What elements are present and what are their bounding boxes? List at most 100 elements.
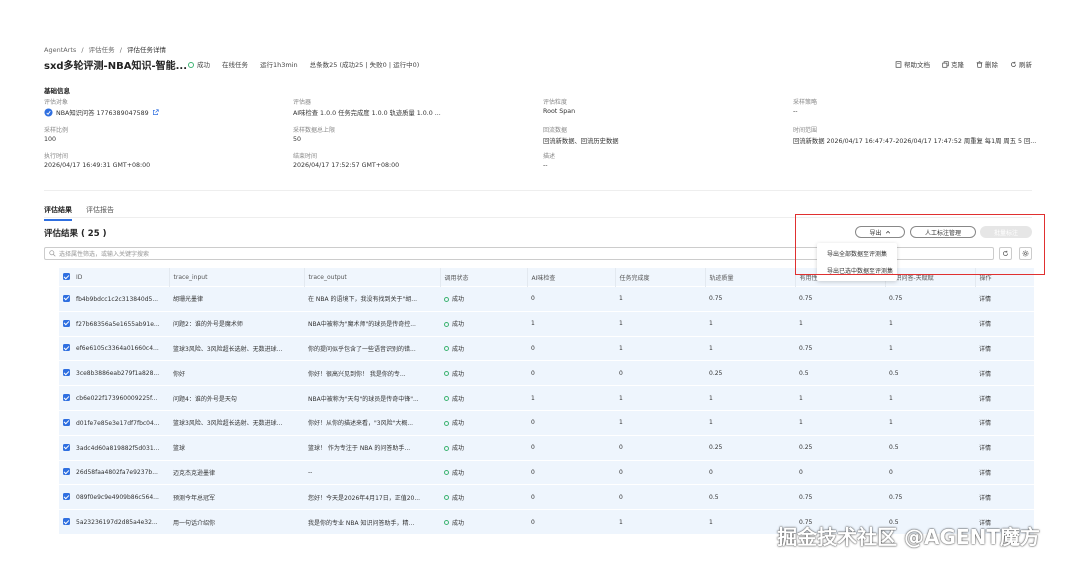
cell-ai-check: 0 <box>527 484 615 510</box>
cell-id: d01fe7e85e3e17df7fbc04... <box>59 409 169 436</box>
tab-eval-report[interactable]: 评估报告 <box>86 205 114 221</box>
table-row[interactable]: ef6e6105c3364a01660c4... 篮球3风险、3风险超长选射、无数… <box>59 335 1034 361</box>
info-label-backflow: 回流数据 <box>543 127 568 134</box>
table-row[interactable]: cb6e022f173960009225f... 问题4：谁的外号是天勾 NBA中被… <box>59 385 1034 411</box>
info-value-exec-time: 2026/04/17 16:49:31 GMT+08:00 <box>44 162 151 169</box>
success-icon <box>444 321 449 327</box>
cell-trace-output: NBA中被称为"天勾"的球员是传奇中锋"... <box>304 385 440 411</box>
cell-trace-output: 你好！从你的描述来看，"3风险"大概... <box>304 409 440 436</box>
tab-bar: 评估结果 评估报告 <box>44 205 114 221</box>
detail-link[interactable]: 详情 <box>975 409 1034 436</box>
header-ai-check: AI味检查 <box>527 268 616 287</box>
cell-trajectory-quality: 0.75 <box>705 286 795 312</box>
cell-ai-check: 0 <box>527 509 615 534</box>
cell-trace-output: 我是你的专业 NBA 知识问答助手，精... <box>304 509 440 534</box>
cell-trace-input: 迈克杰克逊墨律 <box>169 459 304 485</box>
detail-link[interactable]: 详情 <box>975 385 1034 411</box>
cell-trace-input: 篮球3风险、3风险超长选射、无数进球... <box>169 335 304 361</box>
detail-link[interactable]: 详情 <box>975 360 1034 386</box>
cell-trace-input: 问题4：谁的外号是天勾 <box>169 385 304 411</box>
delete-button[interactable]: 删除 <box>976 59 998 69</box>
cell-trace-output: 您好！今天是2026年4月17日，正值20... <box>304 484 440 510</box>
detail-link[interactable]: 详情 <box>975 434 1034 461</box>
row-checkbox[interactable] <box>63 394 70 402</box>
info-value-granularity: Root Span <box>543 108 576 115</box>
row-checkbox[interactable] <box>63 468 70 476</box>
cell-task-completion: 1 <box>615 335 705 361</box>
table-row[interactable]: 26d58faa4802fa7e9237b... 迈克杰克逊墨律 -- 成功 0 0 0 0 0… <box>59 459 1034 485</box>
cell-id: 5a23236197d2d85a4e32... <box>59 509 169 534</box>
row-checkbox[interactable] <box>63 518 70 526</box>
detail-link[interactable]: 详情 <box>975 484 1034 510</box>
info-label-sample-limit: 采样数据总上限 <box>293 127 336 134</box>
row-checkbox[interactable] <box>63 443 70 451</box>
success-icon <box>444 420 449 426</box>
table-row[interactable]: 089f0e9c9e4909b86c564... 预测今年总冠军 您好！今天是202… <box>59 484 1034 510</box>
cell-call-status: 成功 <box>440 484 527 510</box>
breadcrumb: AgentArts / 评估任务 / 评估任务详情 <box>44 44 169 54</box>
run-time: 运行1h3min <box>260 61 298 69</box>
table-row[interactable]: d01fe7e85e3e17df7fbc04... 篮球3风险、3风险超长选射、无… <box>59 409 1034 436</box>
breadcrumb-item-tasks[interactable]: 评估任务 <box>89 46 115 54</box>
cell-id: ef6e6105c3364a01660c4... <box>59 335 169 361</box>
row-checkbox[interactable] <box>63 294 70 302</box>
cell-usefulness: 0.75 <box>795 484 885 510</box>
row-checkbox[interactable] <box>63 344 70 352</box>
cell-trace-input: 预测今年总冠军 <box>169 484 304 510</box>
select-all-checkbox[interactable] <box>63 273 70 280</box>
table-row[interactable]: 3ce8b3886eab279f1a828... 你好 你好！很高兴见到你！ 我是你… <box>59 360 1034 386</box>
cell-task-completion: 1 <box>615 286 705 312</box>
header-trajectory-quality: 轨迹质量 <box>705 268 796 287</box>
cell-call-status: 成功 <box>440 509 527 534</box>
detail-link[interactable]: 详情 <box>975 335 1034 361</box>
external-link-icon[interactable] <box>152 109 159 116</box>
row-checkbox[interactable] <box>63 319 70 327</box>
header-id[interactable]: ID <box>59 268 170 287</box>
header-call-status: 调用状态 <box>440 268 528 287</box>
cell-task-completion: 1 <box>615 310 705 337</box>
cell-task-completion: 0 <box>615 434 705 461</box>
cell-trace-output: 你好！很高兴见到你！ 我是你的专... <box>304 360 440 386</box>
breadcrumb-item-agentarts[interactable]: AgentArts <box>44 46 76 54</box>
table-row[interactable]: f27b68356a5e1655ab91e... 问题2：谁的外号是魔术师 NBA中… <box>59 310 1034 337</box>
cell-trace-input: 篮球3风险、3风险超长选射、无数进球... <box>169 409 304 436</box>
success-icon <box>444 296 449 302</box>
table-row[interactable]: 3adc4d60a819882f5d031... 篮球 篮球！ 作为专注于 NBA … <box>59 434 1034 461</box>
cell-ai-check: 1 <box>527 385 615 411</box>
info-label-exec-time: 执行时间 <box>44 153 69 160</box>
cell-trajectory-quality: 1 <box>705 335 795 361</box>
success-icon <box>444 346 449 352</box>
cell-call-status: 成功 <box>440 409 527 436</box>
help-doc-button[interactable]: 帮助文档 <box>895 59 930 69</box>
row-checkbox[interactable] <box>63 369 70 377</box>
cell-trace-output: NBA中被称为"魔术师"的球员是传奇控... <box>304 310 440 337</box>
info-label-sample-strategy: 采样策略 <box>793 99 818 106</box>
breadcrumb-item-current: 评估任务详情 <box>127 46 167 54</box>
info-value-backflow: 回流新数据、回流历史数据 <box>543 138 619 145</box>
cell-knowledge-qa: 1 <box>885 385 975 411</box>
search-icon <box>49 250 56 257</box>
tab-eval-results[interactable]: 评估结果 <box>44 205 72 221</box>
cell-ai-check: 0 <box>527 459 615 485</box>
cell-knowledge-qa: 0.5 <box>885 360 975 386</box>
cell-id: cb6e022f173960009225f... <box>59 385 169 411</box>
success-icon <box>444 520 449 526</box>
cell-trace-input: 用一句话介绍你 <box>169 509 304 534</box>
cell-call-status: 成功 <box>440 459 527 485</box>
row-checkbox[interactable] <box>63 418 70 426</box>
detail-link[interactable]: 详情 <box>975 310 1034 337</box>
cell-trajectory-quality: 1 <box>705 310 795 337</box>
refresh-button[interactable]: 刷新 <box>1010 59 1032 69</box>
cell-task-completion: 0 <box>615 459 705 485</box>
info-value-sample-strategy: -- <box>793 108 798 115</box>
info-value-time-range: 回流新数据 2026/04/17 16:47:47-2026/04/17 17:… <box>793 138 1037 145</box>
detail-link[interactable]: 详情 <box>975 286 1034 312</box>
info-label-sample-ratio: 采样比例 <box>44 127 69 134</box>
detail-link[interactable]: 详情 <box>975 459 1034 485</box>
table-row[interactable]: fb4b9bdcc1c2c313840d5... 胡珊光墨律在 NBA 的语境下，… <box>59 286 1034 312</box>
cell-task-completion: 0 <box>615 360 705 386</box>
row-checkbox[interactable] <box>63 493 70 501</box>
clone-button[interactable]: 克隆 <box>942 59 964 69</box>
info-label-target: 评估对象 <box>44 99 69 106</box>
cell-usefulness: 0.75 <box>795 286 885 312</box>
